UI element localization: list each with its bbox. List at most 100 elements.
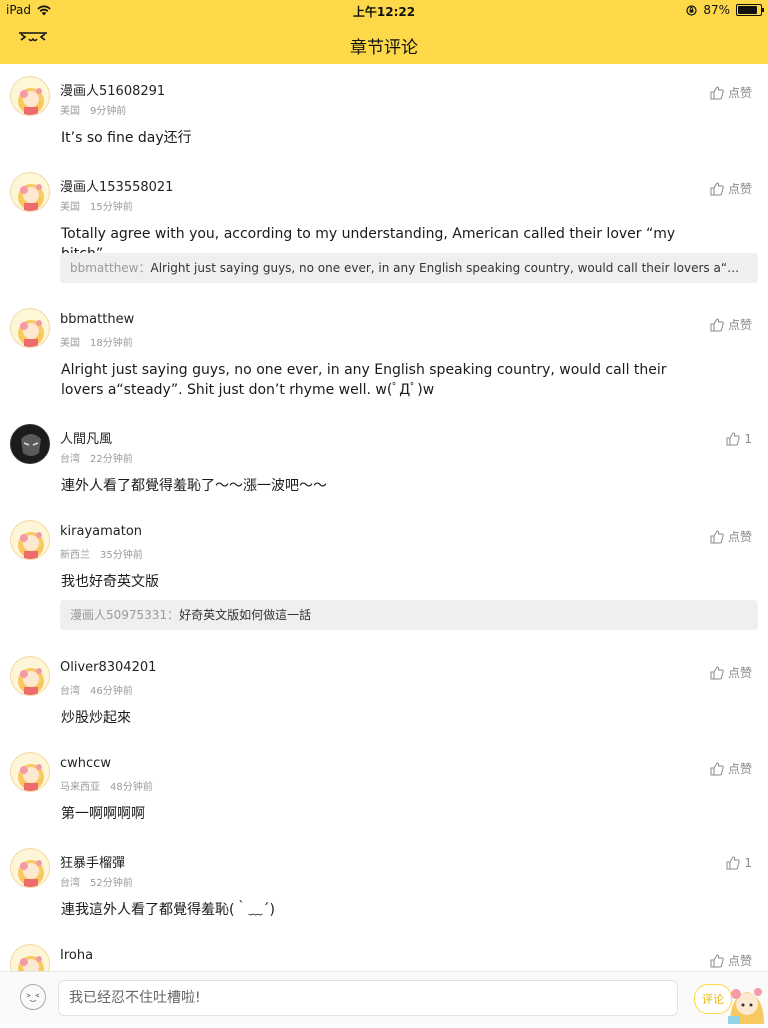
comment-item: 漫画人153558021 美国 15分钟前 点赞 Totally agree wi… (0, 160, 768, 296)
comment-text: 我也好奇英文版 (61, 574, 159, 590)
quoted-text: Alright just saying guys, no one ever, i… (150, 261, 759, 275)
comment-meta: 美国 18分钟前 (60, 334, 143, 349)
like-button[interactable]: 点赞 (710, 760, 752, 777)
username[interactable]: 漫画人153558021 (60, 176, 173, 195)
comment-input-bar: 评论 (0, 971, 768, 1024)
comment-meta: 台湾 46分钟前 (60, 682, 143, 697)
anime-girl-avatar-icon (18, 668, 44, 695)
anime-girl-avatar-icon (18, 860, 44, 887)
username[interactable]: 漫画人51608291 (60, 80, 165, 99)
username[interactable]: bbmatthew (60, 312, 134, 327)
like-count: 点赞 (727, 182, 752, 196)
timestamp: 48分钟前 (110, 782, 153, 793)
location: 美国 (60, 202, 80, 213)
page-title: 章节评论 (350, 38, 418, 58)
status-bar: iPad 上午12:22 87% (0, 0, 768, 20)
comment-meta: 美国 9分钟前 (60, 102, 136, 117)
like-button[interactable]: 点赞 (710, 664, 752, 681)
avatar[interactable] (10, 656, 50, 696)
quoted-username: 漫画人50975331： (70, 608, 180, 622)
battery-fill (738, 6, 758, 14)
comment-text: 炒股炒起來 (61, 710, 131, 726)
username[interactable]: Oliver8304201 (60, 660, 156, 675)
avatar[interactable] (10, 308, 50, 348)
like-count: 点赞 (727, 86, 752, 100)
comment-meta: 新西兰 35分钟前 (60, 546, 153, 561)
comment-item: kirayamaton 新西兰 35分钟前 点赞 我也好奇英文版 漫画人50975… (0, 508, 768, 644)
battery-icon (736, 4, 764, 16)
like-button[interactable]: 点赞 (710, 316, 752, 333)
thumbs-up-icon (726, 856, 741, 870)
comment-text: 連我這外人看了都覺得羞恥(｀﹏´) (61, 902, 275, 918)
comment-item: 人間凡風 台湾 22分钟前 1 連外人看了都覺得羞恥了～～漲一波吧～～ (0, 412, 768, 508)
comment-item: Iroha 点赞 (0, 932, 768, 972)
comment-text: 第一啊啊啊啊 (61, 806, 145, 822)
like-count: 点赞 (727, 954, 752, 968)
location: 台湾 (60, 878, 80, 889)
comment-meta: 台湾 22分钟前 (60, 450, 143, 465)
location: 美国 (60, 106, 80, 117)
like-count: 1 (744, 432, 752, 446)
location: 新西兰 (60, 550, 90, 561)
thumbs-up-icon (710, 953, 724, 967)
thumbs-up-icon (710, 85, 724, 99)
like-button[interactable]: 1 (726, 856, 752, 870)
quoted-reply[interactable]: 漫画人50975331：好奇英文版如何做這一話 (60, 600, 758, 630)
thumbs-up-icon (710, 317, 724, 331)
comment-text: It’s so fine day还行 (61, 130, 192, 146)
emoji-face-icon[interactable] (20, 984, 46, 1010)
anime-girl-avatar-icon (18, 184, 44, 211)
like-button[interactable]: 点赞 (710, 528, 752, 545)
username[interactable]: Iroha (60, 948, 93, 963)
anime-girl-avatar-icon (18, 532, 44, 559)
rotation-lock-icon (686, 4, 697, 16)
comment-meta: 台湾 52分钟前 (60, 874, 143, 889)
username[interactable]: 狂暴手榴彈 (60, 852, 125, 871)
avatar[interactable] (10, 944, 50, 972)
like-count: 1 (744, 856, 752, 870)
location: 台湾 (60, 686, 80, 697)
comment-meta: 美国 15分钟前 (60, 198, 143, 213)
like-count: 点赞 (727, 666, 752, 680)
like-button[interactable]: 1 (726, 432, 752, 446)
like-button[interactable]: 点赞 (710, 952, 752, 969)
username[interactable]: cwhccw (60, 756, 111, 771)
like-count: 点赞 (727, 762, 752, 776)
comment-item: 漫画人51608291 美国 9分钟前 点赞 It’s so fine day还行 (0, 64, 768, 160)
thumbs-up-icon (710, 761, 724, 775)
like-button[interactable]: 点赞 (710, 84, 752, 101)
timestamp: 9分钟前 (90, 106, 127, 117)
anime-girl-avatar-icon (18, 956, 44, 972)
comment-input[interactable] (58, 980, 678, 1016)
comment-item: Oliver8304201 台湾 46分钟前 点赞 炒股炒起來 (0, 644, 768, 740)
avatar[interactable] (10, 424, 50, 464)
emoji-face-graphic (26, 993, 40, 1002)
thumbs-up-icon (726, 432, 741, 446)
location: 台湾 (60, 454, 80, 465)
avatar[interactable] (10, 752, 50, 792)
avatar[interactable] (10, 172, 50, 212)
comment-item: bbmatthew 美国 18分钟前 点赞 Alright just saying… (0, 296, 768, 412)
anime-girl-avatar-icon (18, 88, 44, 115)
avatar[interactable] (10, 848, 50, 888)
avatar[interactable] (10, 76, 50, 116)
timestamp: 18分钟前 (90, 338, 133, 349)
status-time: 上午12:22 (352, 5, 416, 19)
comment-item: cwhccw 马来西亚 48分钟前 点赞 第一啊啊啊啊 (0, 740, 768, 836)
comment-text: Alright just saying guys, no one ever, i… (61, 362, 667, 398)
comment-meta: 马来西亚 48分钟前 (60, 778, 163, 793)
mascot-graphic (728, 988, 764, 1024)
timestamp: 52分钟前 (90, 878, 133, 889)
like-count: 点赞 (727, 318, 752, 332)
username[interactable]: 人間凡風 (60, 428, 112, 447)
mascot-icon (726, 976, 768, 1024)
location: 马来西亚 (60, 782, 100, 793)
username[interactable]: kirayamaton (60, 524, 142, 539)
like-button[interactable]: 点赞 (710, 180, 752, 197)
thumbs-up-icon (710, 181, 724, 195)
quoted-reply[interactable]: bbmatthew：Alright just saying guys, no o… (60, 253, 758, 283)
timestamp: 15分钟前 (90, 202, 133, 213)
comment-text: 連外人看了都覺得羞恥了～～漲一波吧～～ (61, 478, 327, 494)
timestamp: 22分钟前 (90, 454, 133, 465)
avatar[interactable] (10, 520, 50, 560)
